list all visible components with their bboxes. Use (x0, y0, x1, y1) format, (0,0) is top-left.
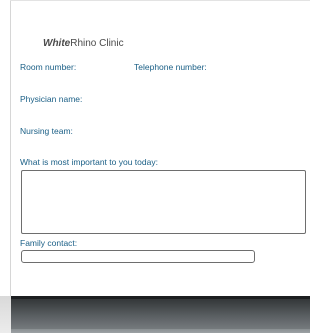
room-number-label: Room number: (20, 62, 77, 72)
logo-white: White (43, 38, 71, 49)
important-today-textarea[interactable] (21, 170, 306, 234)
telephone-number-label: Telephone number: (134, 62, 207, 72)
logo-rhino: Rhino (70, 38, 97, 49)
logo-clinic: Clinic (96, 38, 124, 49)
bottom-left-margin (0, 296, 11, 333)
family-contact-input[interactable] (21, 250, 255, 263)
bottom-toolbar (11, 296, 310, 333)
clinic-logo: WhiteRhino Clinic (43, 38, 124, 49)
top-divider (10, 0, 310, 1)
physician-name-label: Physician name: (20, 94, 83, 104)
nursing-team-label: Nursing team: (20, 126, 73, 136)
family-contact-label: Family contact: (20, 238, 78, 248)
important-today-label: What is most important to you today: (20, 157, 158, 167)
